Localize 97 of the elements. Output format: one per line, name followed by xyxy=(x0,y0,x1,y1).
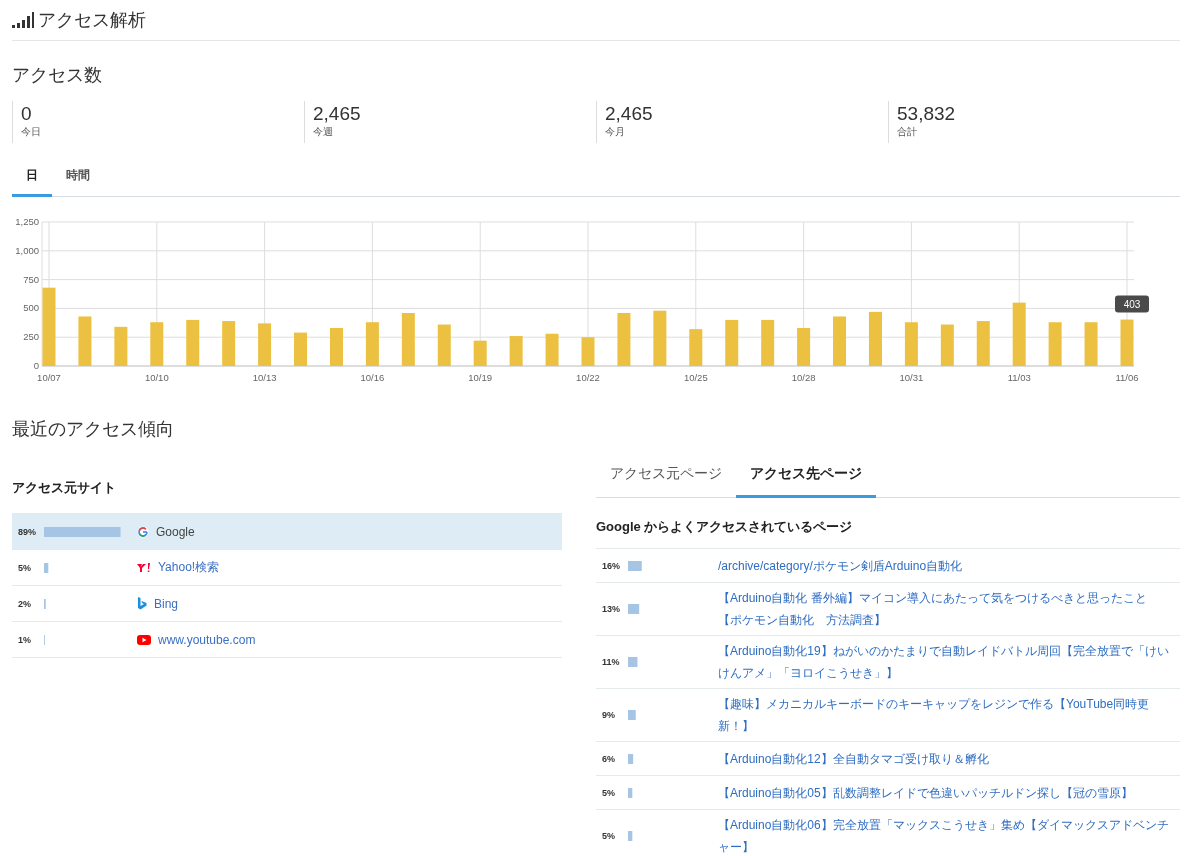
tab[interactable]: アクセス元ページ xyxy=(596,457,736,498)
source-row[interactable]: 1% www.youtube.com xyxy=(12,622,562,658)
page-link[interactable]: 【Arduino自動化12】全自動タマゴ受け取り＆孵化 xyxy=(718,747,1180,770)
x-axis-label: 10/07 xyxy=(37,372,61,383)
bar xyxy=(1012,302,1026,366)
bar xyxy=(222,321,236,366)
site-link[interactable]: www.youtube.com xyxy=(158,632,256,647)
bar xyxy=(365,322,379,366)
share-text: 16% xyxy=(601,560,621,571)
page-title: アクセス解析 xyxy=(38,9,146,32)
bar xyxy=(1048,322,1062,366)
share-text: 6% xyxy=(601,753,616,764)
bar xyxy=(186,319,200,366)
bar xyxy=(401,313,415,366)
value-tooltip: 403 xyxy=(1115,295,1149,313)
share-text: 9% xyxy=(601,710,616,720)
x-axis-label: 10/22 xyxy=(576,372,600,383)
bar xyxy=(114,326,128,366)
site-link[interactable]: Google xyxy=(156,524,195,539)
stat-value: 2,465 xyxy=(605,103,654,125)
page-link[interactable]: 【趣味】メカニカルキーボードのキーキャップをレジンで作る【YouTube同時更新！】 xyxy=(718,693,1180,737)
bar xyxy=(976,321,990,366)
y-axis-label: 500 xyxy=(23,302,39,314)
stat-label: 今日 xyxy=(21,125,42,139)
bar-chart-icon xyxy=(12,12,34,28)
bar xyxy=(329,328,343,366)
x-axis-label: 10/16 xyxy=(360,372,385,383)
source-row[interactable]: 2% Bing xyxy=(12,586,562,622)
y-axis-label: 0 xyxy=(33,360,39,371)
bar xyxy=(258,323,272,366)
stat-label: 今月 xyxy=(605,125,626,139)
share-text: 13% xyxy=(601,604,621,614)
list-heading: Google からよくアクセスされているページ xyxy=(596,518,854,536)
bar xyxy=(653,310,667,366)
share-text: 5% xyxy=(601,787,616,798)
stat-label: 合計 xyxy=(897,125,918,139)
y-axis-label: 250 xyxy=(23,331,39,343)
x-axis-label: 10/10 xyxy=(144,372,169,383)
section-heading: アクセス数 xyxy=(12,64,103,87)
x-axis-label: 11/03 xyxy=(1007,372,1031,383)
bar xyxy=(868,311,882,366)
source-row[interactable]: 89% Google xyxy=(12,514,562,550)
youtube-icon xyxy=(137,634,151,645)
bar xyxy=(940,324,954,366)
bar xyxy=(1120,319,1134,366)
stat-label: 今週 xyxy=(313,125,334,139)
annotation: 403 xyxy=(1123,298,1141,310)
y-axis-label: 1,250 xyxy=(15,216,39,227)
bar xyxy=(833,316,847,366)
bar xyxy=(473,340,487,366)
bar xyxy=(150,322,164,366)
bar xyxy=(294,332,308,366)
stat-value: 53,832 xyxy=(897,103,957,125)
x-axis-label: 10/31 xyxy=(899,372,924,383)
tab[interactable]: アクセス先ページ xyxy=(736,457,876,498)
y-axis-label: 750 xyxy=(23,273,39,285)
site-link[interactable]: Bing xyxy=(154,596,179,611)
y-axis-label: 1,000 xyxy=(15,244,39,256)
source-row[interactable]: 5% Yahoo!検索 xyxy=(12,550,562,586)
x-axis-label: 10/28 xyxy=(791,372,816,383)
page-link[interactable]: 【Arduino自動化 番外編】マイコン導入にあたって気をつけるべきと思ったこと【ポケモン自動化 方法調査】 xyxy=(718,587,1180,631)
bar xyxy=(545,333,559,366)
yahoo-icon xyxy=(137,561,151,574)
stat-value: 2,465 xyxy=(313,103,362,125)
bar xyxy=(509,336,523,366)
bar xyxy=(437,324,451,366)
x-axis-label: 10/25 xyxy=(683,372,708,383)
share-text: 5% xyxy=(17,562,32,573)
bing-icon xyxy=(137,597,147,610)
tab[interactable]: 日 xyxy=(12,159,52,197)
bar xyxy=(797,328,811,366)
x-axis-label: 10/13 xyxy=(252,372,277,383)
stat-value: 0 xyxy=(21,103,33,125)
bar xyxy=(689,329,703,366)
share-text: 1% xyxy=(17,634,32,645)
section-heading: 最近のアクセス傾向 xyxy=(12,418,175,441)
bar xyxy=(617,313,631,366)
site-link[interactable]: Yahoo!検索 xyxy=(158,559,220,576)
bar xyxy=(904,322,918,366)
share-text: 11% xyxy=(601,657,621,667)
x-axis-label: 10/19 xyxy=(468,372,493,383)
page-link[interactable]: /archive/category/ポケモン剣盾Arduino自動化 xyxy=(718,554,1180,577)
share-text: 2% xyxy=(17,598,32,609)
bar xyxy=(1084,322,1098,366)
bar xyxy=(761,319,775,366)
share-text: 5% xyxy=(601,831,616,841)
google-icon xyxy=(137,525,149,538)
page-link[interactable]: 【Arduino自動化19】ねがいのかたまりで自動レイドバトル周回【完全放置で「けいけんアメ」「ヨロイこうせき」】 xyxy=(718,640,1180,684)
x-axis-label: 11/06 xyxy=(1115,372,1139,383)
page-link[interactable]: 【Arduino自動化05】乱数調整レイドで色違いパッチルドン探し【冠の雪原】 xyxy=(718,781,1180,804)
list-heading: アクセス元サイト xyxy=(12,479,117,497)
share-text: 89% xyxy=(17,526,37,537)
page-link[interactable]: 【Arduino自動化06】完全放置「マックスこうせき」集め【ダイマックスアドベンチャー】 xyxy=(718,814,1180,856)
tab[interactable]: 時間 xyxy=(52,159,104,197)
bar xyxy=(78,316,92,366)
bar xyxy=(581,337,595,366)
bar xyxy=(725,319,739,366)
